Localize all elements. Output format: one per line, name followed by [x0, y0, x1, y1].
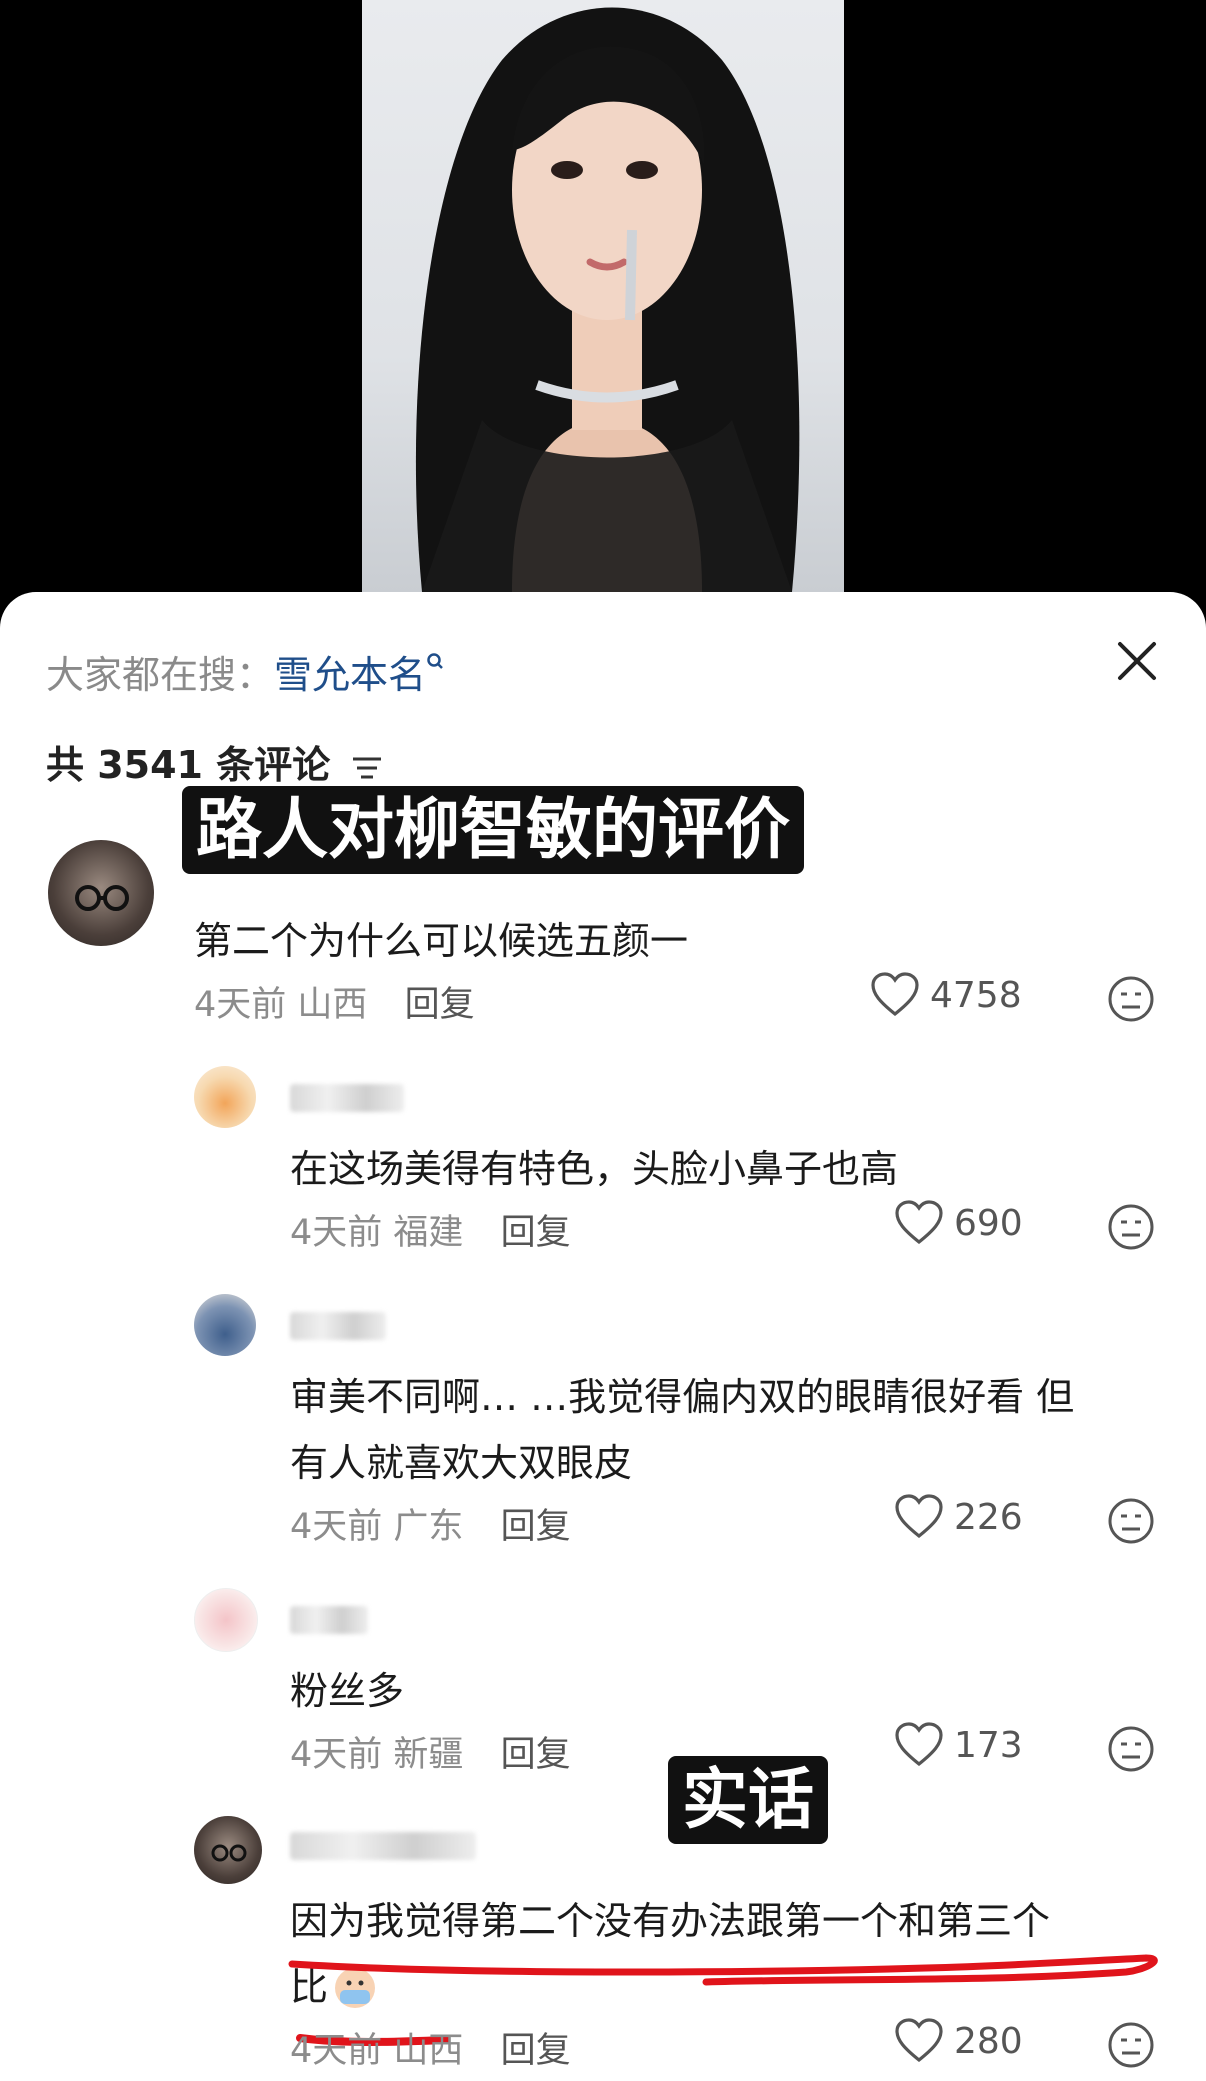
- comment-meta: 4天前 福建 回复: [290, 1204, 571, 1255]
- close-icon[interactable]: [1112, 636, 1162, 686]
- comment-location: 福建: [393, 1213, 464, 1253]
- heart-icon: [871, 972, 919, 1017]
- comment-location: 山西: [393, 2031, 464, 2071]
- comment-time: 4天前: [290, 1213, 383, 1253]
- like-count: 173: [954, 1724, 1023, 1766]
- username-blurred: [290, 1832, 476, 1860]
- sort-icon[interactable]: [349, 753, 385, 783]
- comment-meta: 4天前 山西 回复: [290, 2022, 571, 2073]
- video-area[interactable]: [0, 0, 1206, 600]
- avatar[interactable]: [194, 1294, 256, 1356]
- search-suggestion[interactable]: 大家都在搜：雪允本名: [46, 644, 446, 699]
- heart-icon: [895, 1200, 943, 1245]
- heart-icon: [895, 2018, 943, 2063]
- comment-text: 第二个为什么可以候选五颜一: [194, 919, 689, 963]
- comment-count: 共 3541 条评论: [46, 734, 385, 789]
- dislike-face-icon[interactable]: [1106, 2020, 1156, 2070]
- like-count: 280: [954, 2020, 1023, 2062]
- comment-time: 4天前: [194, 985, 287, 1025]
- search-icon: [427, 653, 443, 670]
- comment-time: 4天前: [290, 1507, 383, 1547]
- dislike-face-icon[interactable]: [1106, 1724, 1156, 1774]
- heart-icon: [895, 1722, 943, 1767]
- heart-icon: [895, 1494, 943, 1539]
- like-button[interactable]: 690: [894, 1200, 1023, 1246]
- comment-text: 在这场美得有特色，头脸小鼻子也高: [290, 1147, 899, 1191]
- like-button[interactable]: 226: [894, 1494, 1023, 1540]
- reply-button[interactable]: 回复: [501, 1507, 571, 1547]
- dislike-face-icon[interactable]: [1106, 1202, 1156, 1252]
- comment-meta: 4天前 广东 回复: [290, 1498, 571, 1549]
- avatar[interactable]: [194, 1816, 262, 1884]
- like-button[interactable]: 4758: [870, 972, 1022, 1018]
- username-blurred: [290, 1606, 368, 1634]
- like-button[interactable]: 173: [894, 1722, 1023, 1768]
- like-button[interactable]: 280: [894, 2018, 1023, 2064]
- like-count: 4758: [930, 974, 1022, 1016]
- comment-meta: 4天前 新疆 回复: [290, 1726, 571, 1777]
- like-count: 226: [954, 1496, 1023, 1538]
- avatar[interactable]: [194, 1588, 258, 1652]
- reply-button[interactable]: 回复: [405, 985, 475, 1025]
- search-term[interactable]: 雪允本名: [274, 653, 426, 697]
- comment-text-line-1: 审美不同啊… …我觉得偏内双的眼睛很好看 但: [290, 1375, 1075, 1419]
- comment-text: 粉丝多: [290, 1669, 405, 1713]
- comment-meta: 4天前 山西 回复: [194, 976, 475, 1027]
- video-thumbnail: [362, 0, 844, 592]
- like-count: 690: [954, 1202, 1023, 1244]
- comment-count-text: 共 3541 条评论: [46, 743, 331, 787]
- caption-overlay-tag: 实话: [668, 1756, 828, 1844]
- dislike-face-icon[interactable]: [1106, 974, 1156, 1024]
- username-blurred: [290, 1084, 404, 1112]
- comment-location: 山西: [297, 985, 368, 1025]
- comment-text-line-2: 有人就喜欢大双眼皮: [290, 1441, 633, 1485]
- comment-time: 4天前: [290, 1735, 383, 1775]
- reply-button[interactable]: 回复: [501, 2031, 571, 2071]
- comment-time: 4天前: [290, 2031, 383, 2071]
- comment-location: 新疆: [393, 1735, 464, 1775]
- search-prefix: 大家都在搜：: [46, 653, 275, 697]
- reply-button[interactable]: 回复: [501, 1735, 571, 1775]
- comment-location: 广东: [393, 1507, 464, 1547]
- avatar[interactable]: [194, 1066, 256, 1128]
- reply-button[interactable]: 回复: [501, 1213, 571, 1253]
- caption-overlay-title: 路人对柳智敏的评价: [182, 786, 804, 874]
- dislike-face-icon[interactable]: [1106, 1496, 1156, 1546]
- username-blurred: [290, 1312, 386, 1340]
- comments-sheet: 大家都在搜：雪允本名 共 3541 条评论 路人对柳智敏的评价 第二个为什么可以…: [0, 592, 1206, 2081]
- avatar[interactable]: [48, 840, 154, 946]
